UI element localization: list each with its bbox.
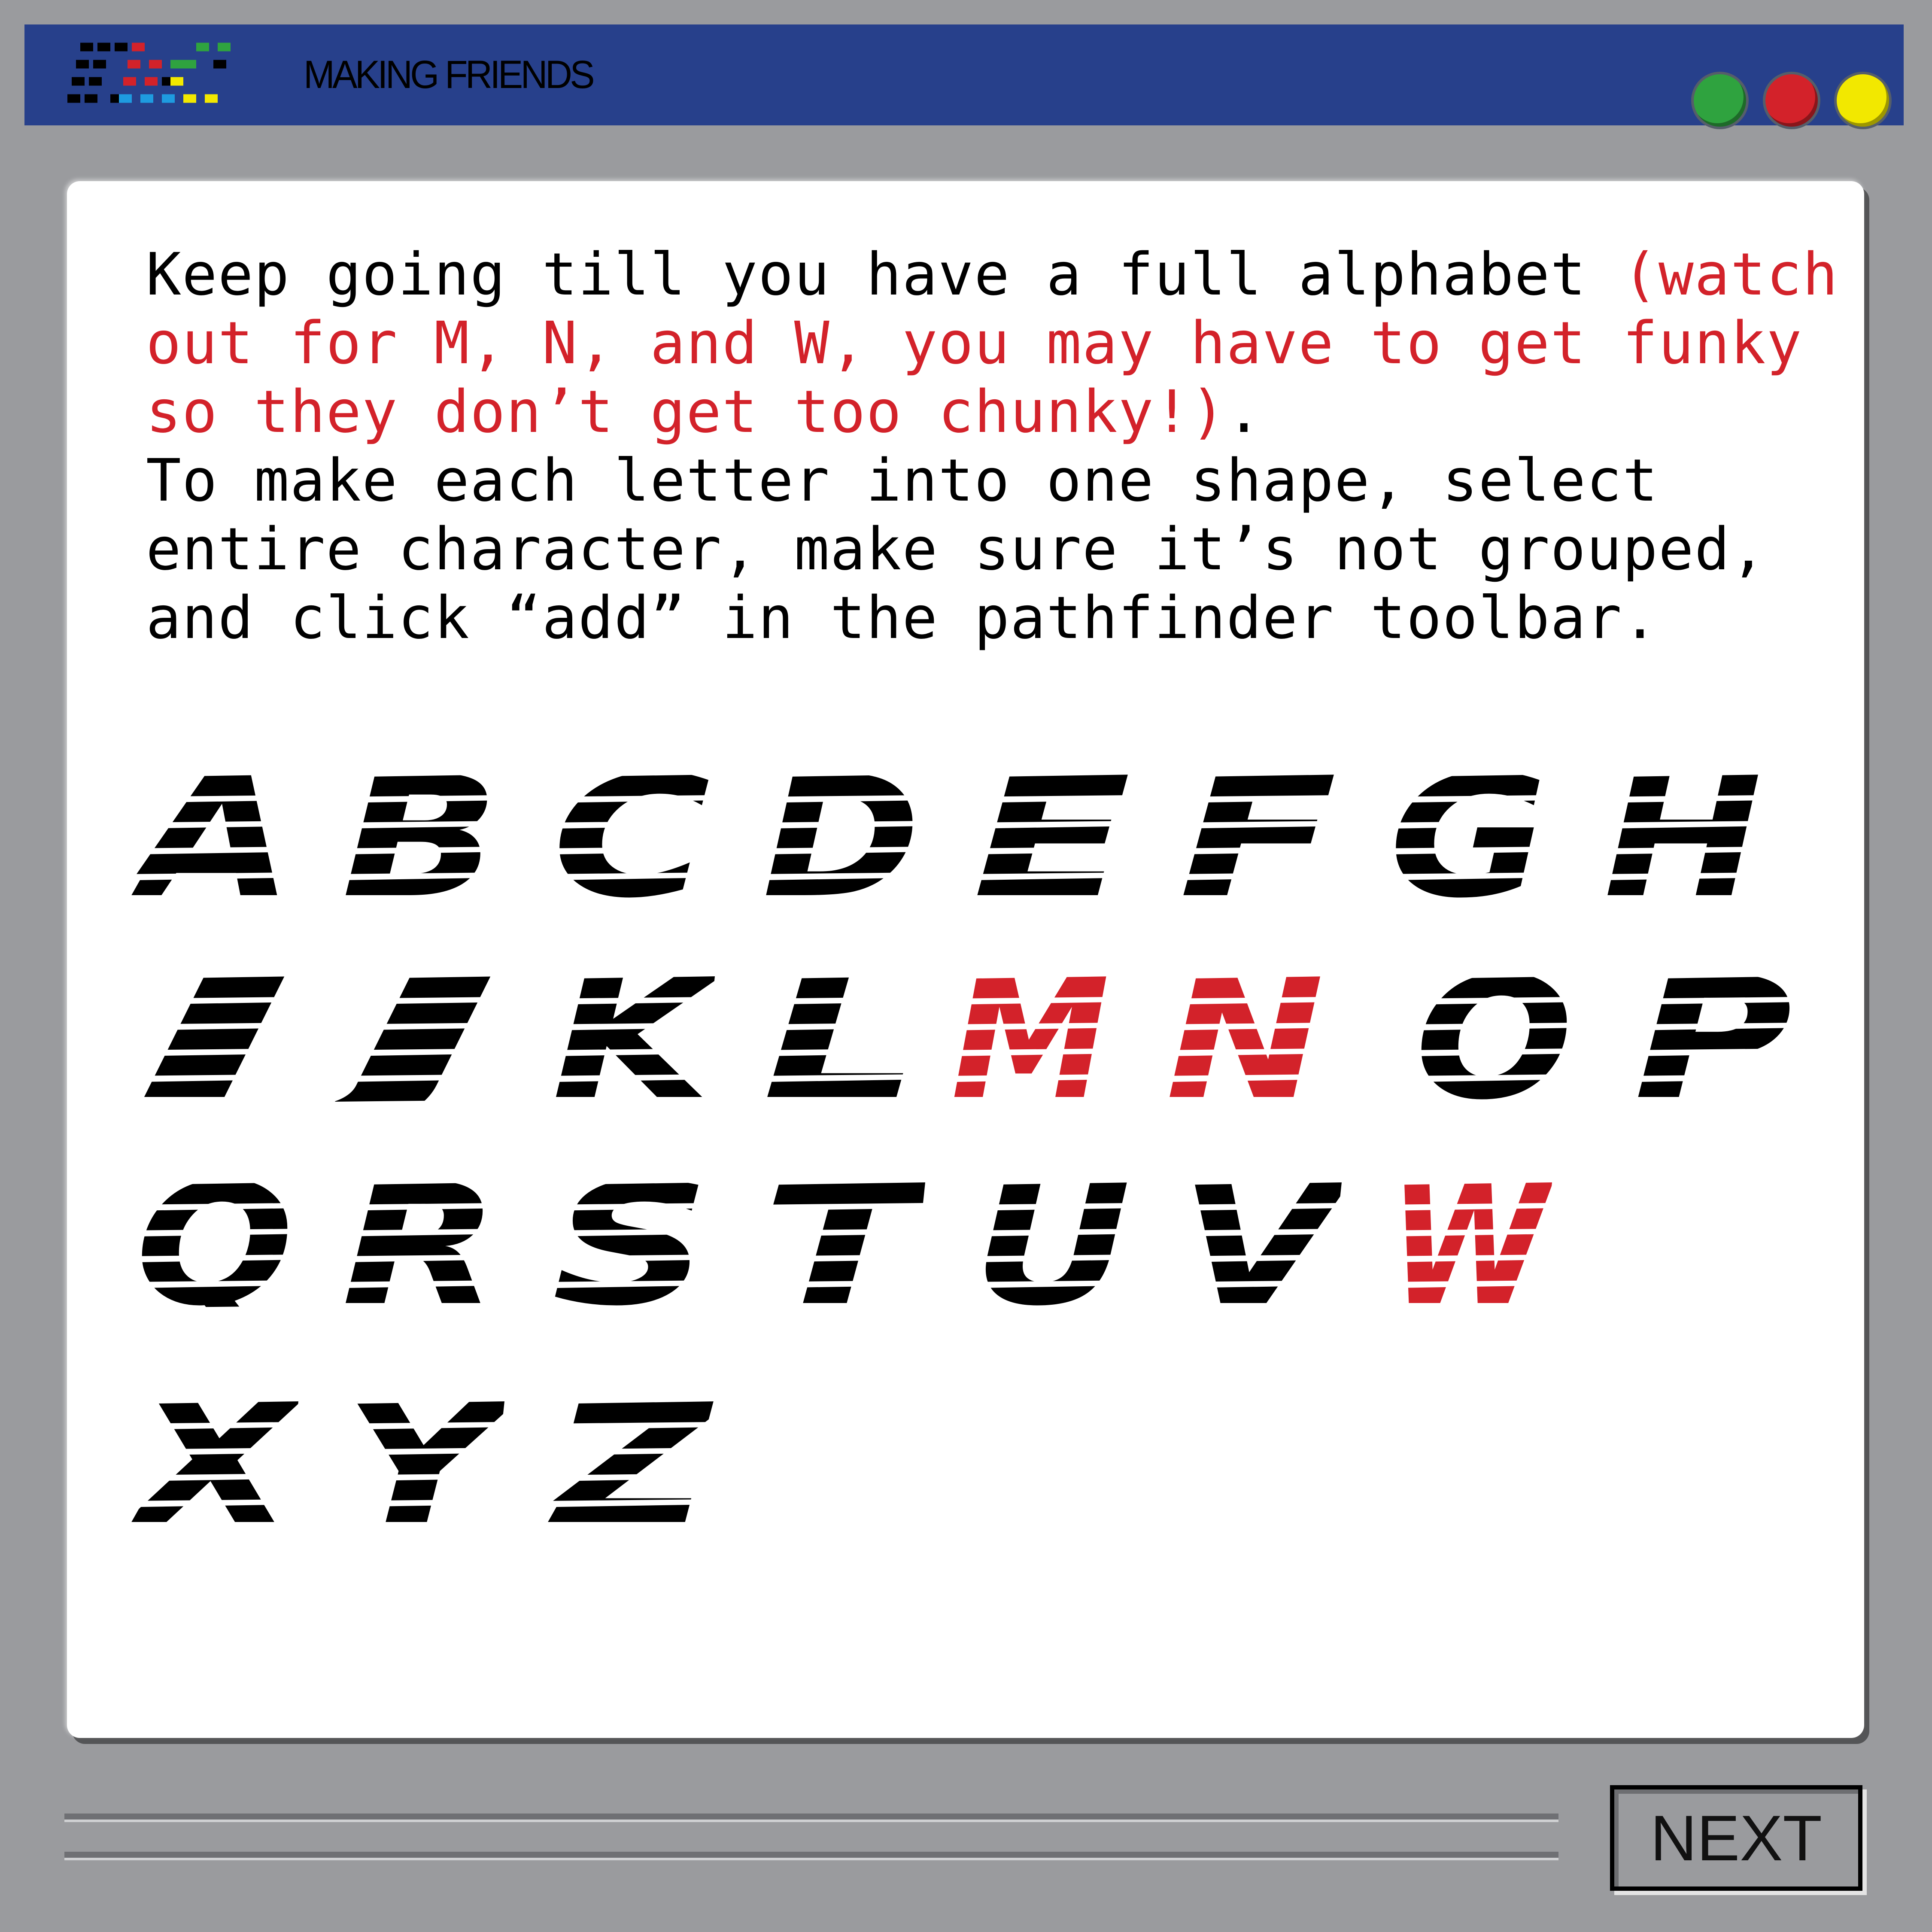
alphabet-letter-glyph: O [1415,975,1574,1103]
alphabet-letter-glyph: S [552,1181,711,1309]
alphabet-letter-glyph: D [762,773,921,902]
alphabet-letter-glyph: U [972,1181,1131,1309]
alphabet-letter-s: S [545,1181,717,1309]
alphabet-letter-m: M [945,975,1116,1103]
alphabet-letter-glyph: Z [545,1400,716,1528]
alphabet-letter-glyph: R [341,1181,500,1309]
alphabet-letter-v: V [1172,1181,1344,1309]
alphabet-letter-u: U [966,1181,1138,1309]
instructions-paragraph-1: Keep going till you have a full alphabet… [146,240,1863,447]
alphabet-letter-r: R [335,1181,507,1309]
alphabet-letter-glyph: Q [135,1181,294,1309]
alphabet-letter-j: J [335,975,507,1103]
alphabet-letter-f: F [1172,773,1344,902]
alphabet-letter-glyph: Y [341,1400,507,1528]
instructions-part-2: . [1226,378,1263,446]
alphabet-letter-o: O [1408,975,1580,1103]
alphabet-letter-glyph: X [129,1400,301,1528]
alphabet-letter-glyph: V [1179,1181,1344,1309]
alphabet-letter-w: W [1382,1181,1554,1309]
alphabet-letter-e: E [966,773,1138,902]
alphabet-letter-glyph: L [762,975,921,1103]
alphabet-letter-h: H [1597,773,1769,902]
alphabet-letter-c: C [545,773,717,902]
alphabet-letter-glyph: E [972,773,1131,902]
footer-divider [64,1814,1558,1820]
window-title: MAKING FRIENDS [304,53,595,97]
next-button[interactable]: NEXT [1610,1785,1862,1891]
alphabet-letter-g: G [1382,773,1554,902]
window-red-button[interactable] [1765,74,1818,127]
alphabet-letter-glyph: K [552,975,717,1103]
alphabet-letter-d: D [756,773,927,902]
alphabet-letter-glyph: M [951,975,1110,1103]
alphabet-letter-glyph: I [135,975,294,1103]
title-bar: MAKING FRIENDS [24,24,1904,127]
footer-divider [64,1852,1558,1858]
alphabet-letter-glyph: G [1389,773,1548,902]
alphabet-letter-i: I [129,975,301,1103]
alphabet-letter-n: N [1159,975,1331,1103]
alphabet-letter-glyph: H [1604,773,1762,902]
alphabet-letter-z: Z [545,1400,717,1528]
window-yellow-button[interactable] [1837,74,1889,127]
pixel-dc-logo-icon [67,43,231,103]
alphabet-letter-glyph: F [1179,773,1337,902]
alphabet-letter-k: K [545,975,717,1103]
instructions-paragraph-2: To make each letter into one shape, sele… [146,447,1803,652]
window-green-button[interactable] [1694,74,1746,127]
instructions-part-1: Keep going till you have a full alphabet [146,241,1623,309]
alphabet-letter-t: T [756,1181,927,1309]
alphabet-letter-glyph: P [1634,975,1793,1103]
alphabet-letter-x: X [129,1400,301,1528]
alphabet-letter-p: P [1627,975,1799,1103]
alphabet-letter-glyph: T [762,1181,927,1309]
alphabet-letter-l: L [756,975,927,1103]
alphabet-letter-y: Y [335,1400,507,1528]
alphabet-letter-glyph: B [341,773,500,902]
alphabet-letter-q: Q [129,1181,301,1309]
alphabet-grid: ABCDEFGH IJKLMNOP QRSTUVW XYZ [129,773,1825,1589]
alphabet-letter-glyph: N [1166,975,1324,1103]
alphabet-letter-a: A [129,773,301,902]
alphabet-letter-b: B [335,773,507,902]
alphabet-letter-glyph: C [552,773,711,902]
alphabet-letter-glyph: J [335,975,500,1103]
alphabet-letter-glyph: W [1389,1181,1554,1309]
instructions-text: Keep going till you have a full alphabet… [146,240,1863,653]
alphabet-letter-glyph: A [129,773,294,902]
